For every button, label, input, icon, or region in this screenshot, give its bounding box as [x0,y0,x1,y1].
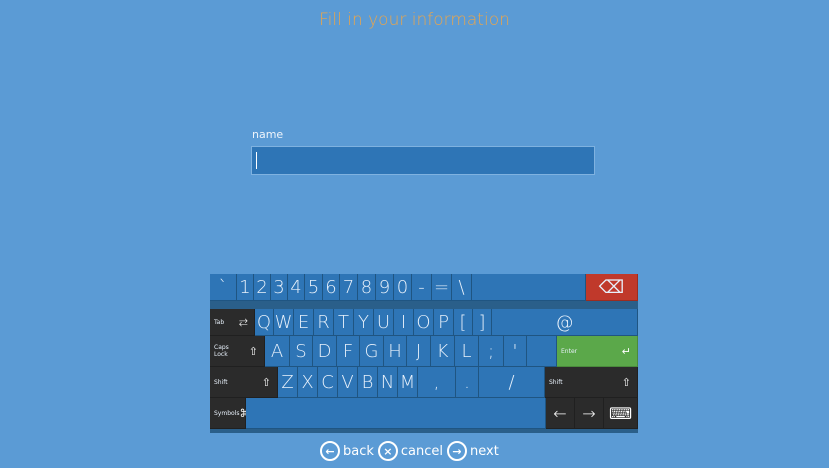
key-v[interactable]: V [338,367,358,398]
page-title: Fill in your information [319,10,510,30]
key-slash[interactable]: / [479,367,545,398]
key-w[interactable]: W [274,309,294,336]
key-p[interactable]: P [434,309,454,336]
key-o[interactable]: O [414,309,434,336]
key-q[interactable]: Q [255,309,274,336]
left-arrow-key[interactable]: ← [546,398,575,429]
right-arrow-icon: → [582,403,596,423]
caps-lock-label: Caps Lock [214,344,229,358]
cancel-x-icon: × [377,441,398,461]
key-m[interactable]: M [398,367,418,398]
key-equals[interactable]: = [432,274,452,301]
enter-label: Enter [561,347,578,355]
key-left-bracket[interactable]: [ [454,309,473,336]
key-n[interactable]: N [378,367,398,398]
key-c[interactable]: C [318,367,338,398]
caps-label-line2: Lock [214,351,228,358]
key-x[interactable]: X [298,367,318,398]
key-j[interactable]: J [407,336,431,367]
key-5[interactable]: 5 [305,274,323,301]
left-shift-label: Shift [214,378,228,386]
key-a[interactable]: A [265,336,290,367]
caps-lock-key[interactable]: Caps Lock ⇧ [210,336,265,367]
key-row3-filler [527,336,557,367]
key-t[interactable]: T [334,309,354,336]
key-9[interactable]: 9 [376,274,394,301]
right-shift-icon: ⇧ [621,375,631,389]
right-shift-label: Shift [549,378,563,386]
key-1[interactable]: 1 [237,274,254,301]
space-key[interactable] [246,398,546,429]
key-i[interactable]: I [394,309,414,336]
enter-icon: ↵ [621,344,631,358]
key-z[interactable]: Z [278,367,298,398]
key-s[interactable]: S [290,336,313,367]
name-input[interactable] [251,146,595,175]
back-label: back [343,443,374,459]
key-b[interactable]: B [358,367,378,398]
key-g[interactable]: G [360,336,384,367]
back-button[interactable]: ← back [320,441,374,461]
cancel-label: cancel [400,443,444,459]
key-h[interactable]: H [384,336,407,367]
key-k[interactable]: K [431,336,455,367]
key-7[interactable]: 7 [340,274,358,301]
key-right-bracket[interactable]: ] [473,309,492,336]
keyboard-icon: ⌨ [608,403,633,423]
key-y[interactable]: Y [354,309,374,336]
key-row1-filler [472,274,586,301]
key-backtick[interactable]: ` [210,274,237,301]
key-d[interactable]: D [313,336,337,367]
name-field-label: name [252,128,284,141]
key-l[interactable]: L [455,336,479,367]
left-shift-key[interactable]: Shift ⇧ [210,367,278,398]
key-0[interactable]: 0 [394,274,412,301]
back-arrow-icon: ← [320,441,340,461]
keyboard-toggle-key[interactable]: ⌨ [604,398,638,429]
bottom-navigation: ← back × cancel → next [320,439,499,463]
backspace-icon: ⌫ [598,276,625,298]
key-2[interactable]: 2 [254,274,271,301]
key-apostrophe[interactable]: ' [504,336,527,367]
next-label: next [470,443,499,459]
on-screen-keyboard: ` 1 2 3 4 5 6 7 8 9 0 - = \ ⌫ Tab ⇄ Q W … [210,274,638,433]
key-semicolon[interactable]: ; [479,336,504,367]
key-6[interactable]: 6 [323,274,340,301]
tab-key[interactable]: Tab ⇄ [210,309,255,336]
tab-arrows-icon: ⇄ [238,315,248,329]
symbols-key[interactable]: Symbols ⌘ [210,398,250,429]
next-button[interactable]: → next [447,441,499,461]
symbols-label: Symbols [214,409,240,417]
key-4[interactable]: 4 [288,274,305,301]
right-shift-key[interactable]: Shift ⇧ [545,367,638,398]
key-8[interactable]: 8 [358,274,376,301]
key-minus[interactable]: - [412,274,432,301]
tab-label: Tab [214,318,225,326]
key-e[interactable]: E [294,309,314,336]
caps-lock-icon: ⇧ [248,344,258,358]
key-r[interactable]: R [314,309,334,336]
key-comma[interactable]: , [418,367,456,398]
key-f[interactable]: F [337,336,360,367]
key-period[interactable]: . [456,367,479,398]
left-arrow-icon: ← [553,403,567,423]
key-backslash[interactable]: \ [452,274,472,301]
key-at[interactable]: @ [492,309,638,336]
next-arrow-icon: → [447,441,468,461]
right-arrow-key[interactable]: → [575,398,604,429]
backspace-key[interactable]: ⌫ [586,274,638,301]
key-u[interactable]: U [374,309,394,336]
key-3[interactable]: 3 [271,274,288,301]
cancel-button[interactable]: × cancel [377,441,444,461]
caps-label-line1: Caps [214,344,229,351]
left-shift-icon: ⇧ [261,375,271,389]
text-caret [256,152,257,169]
enter-key[interactable]: Enter ↵ [557,336,638,367]
